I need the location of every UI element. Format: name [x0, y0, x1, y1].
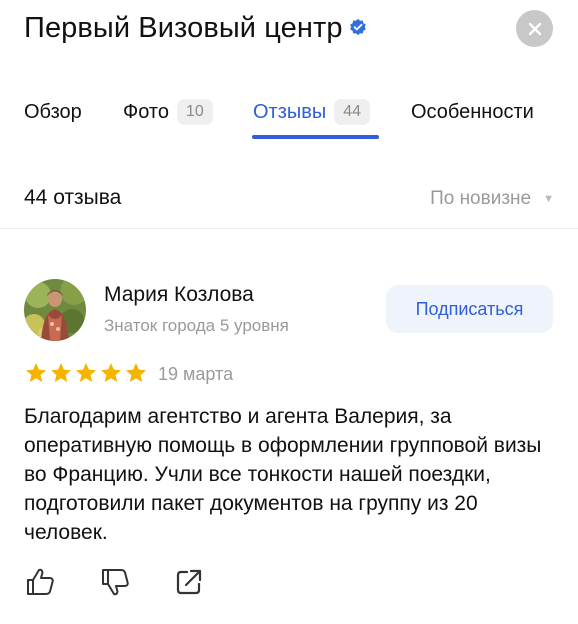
avatar-photo — [24, 279, 86, 341]
star-icon — [126, 363, 146, 382]
verified-check-icon — [349, 18, 366, 35]
tab-label: Обзор — [24, 100, 82, 123]
thumbs-down-icon[interactable] — [99, 565, 133, 599]
tab-count-badge: 10 — [176, 99, 213, 125]
share-icon[interactable] — [172, 565, 206, 599]
thumbs-up-icon[interactable] — [24, 565, 58, 599]
star-icon — [26, 363, 46, 382]
divider — [0, 228, 578, 229]
close-button[interactable] — [516, 10, 553, 47]
chevron-down-icon: ▼ — [543, 193, 554, 205]
tab-label: Особенности — [411, 100, 534, 123]
sort-label: По новизне — [430, 188, 532, 209]
page-title: Первый Визовый центр — [24, 12, 343, 44]
tab-label: Отзывы — [253, 100, 327, 123]
review-date: 19 марта — [158, 364, 234, 384]
active-tab-indicator — [252, 135, 379, 139]
tab-photos[interactable]: Фото 10 — [123, 94, 213, 130]
tab-count-badge: 44 — [334, 99, 371, 125]
tab-reviews[interactable]: Отзывы 44 — [253, 94, 371, 130]
star-icon — [51, 363, 71, 382]
author-level: Знаток города 5 уровня — [104, 316, 289, 335]
author-name[interactable]: Мария Козлова — [104, 283, 254, 307]
subscribe-button[interactable]: Подписаться — [386, 285, 553, 333]
avatar[interactable] — [24, 279, 86, 341]
reviews-count: 44 отзыва — [24, 186, 122, 209]
star-icon — [76, 363, 96, 382]
reviews-header: 44 отзыва По новизне ▼ — [0, 186, 578, 216]
title-wrap: Первый Визовый центр — [24, 12, 367, 45]
rating-stars — [24, 361, 149, 385]
close-icon — [528, 22, 541, 35]
star-icon — [101, 363, 121, 382]
sort-dropdown[interactable]: По новизне ▼ — [430, 188, 554, 210]
header: Первый Визовый центр — [0, 0, 578, 70]
tab-label: Фото — [123, 100, 169, 123]
tab-features[interactable]: Особенности — [411, 94, 534, 130]
tab-overview[interactable]: Обзор — [24, 94, 82, 130]
review-text: Благодарим агентство и агента Валерия, з… — [24, 405, 542, 544]
